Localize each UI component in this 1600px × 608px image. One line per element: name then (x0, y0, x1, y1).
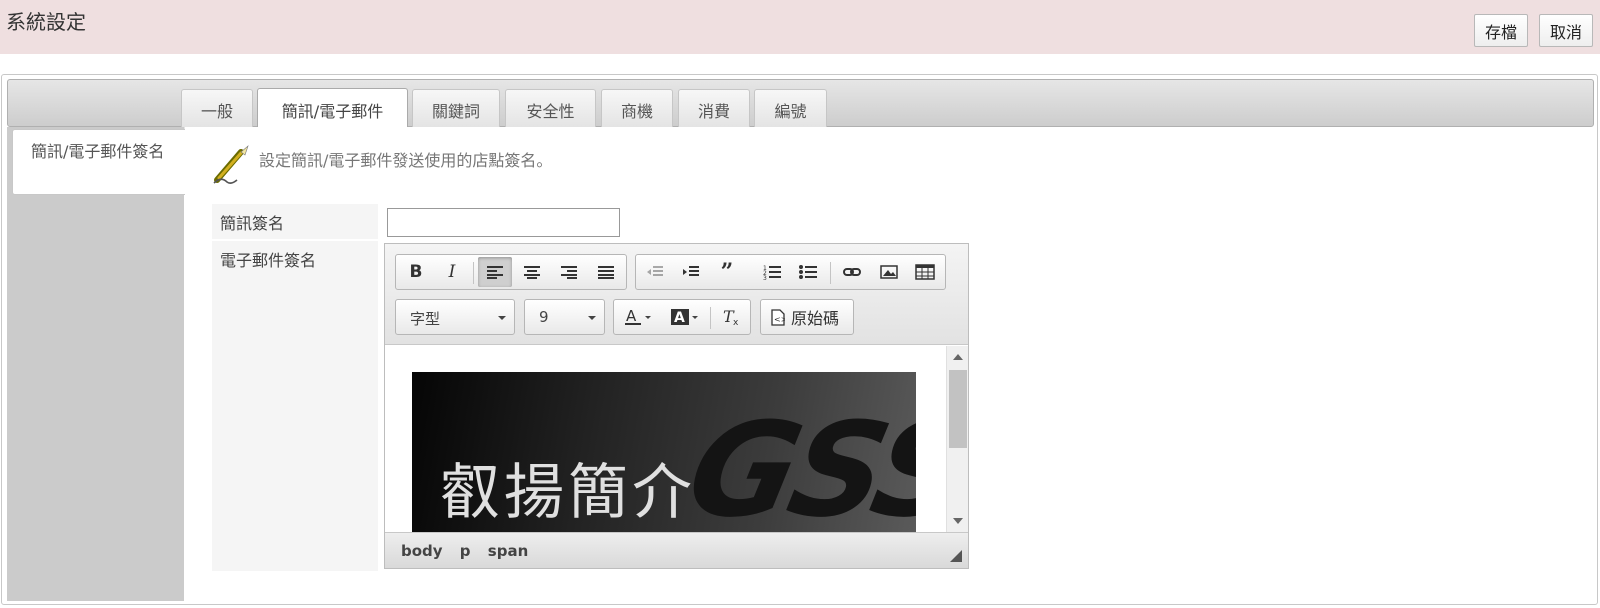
left-sidebar: 簡訊/電子郵件簽名 (7, 127, 185, 601)
path-item[interactable]: body (401, 542, 443, 560)
email-signature-editor: B I ” 1 2 3 字型 9 A A T x <> 原始碼 GSS 叡揚簡介… (384, 243, 969, 569)
signature-banner-image: GSS 叡揚簡介 (412, 372, 916, 532)
sms-signature-label: 簡訊簽名 (212, 204, 378, 239)
outdent-icon[interactable] (638, 257, 672, 287)
save-button[interactable]: 存檔 (1474, 14, 1528, 47)
svg-text:A: A (626, 308, 637, 325)
insert-group: ” 123 (635, 254, 946, 290)
font-family-select[interactable]: 字型 (395, 299, 515, 335)
scroll-up-icon[interactable] (953, 354, 963, 360)
sms-signature-input[interactable] (387, 208, 620, 237)
bulleted-list-icon[interactable] (791, 257, 825, 287)
svg-text:<>: <> (774, 315, 785, 324)
italic-icon[interactable]: I (435, 257, 469, 287)
link-icon[interactable] (835, 257, 869, 287)
image-icon[interactable] (872, 257, 906, 287)
path-item[interactable]: p (460, 542, 471, 560)
chevron-down-icon (588, 316, 596, 320)
indent-icon[interactable] (674, 257, 708, 287)
sidebar-item-signature[interactable]: 簡訊/電子郵件簽名 (12, 129, 185, 195)
tab-general[interactable]: 一般 (181, 89, 253, 129)
header-bar: 系統設定 存檔 取消 (0, 0, 1600, 54)
remove-format-icon[interactable]: Tx (714, 302, 748, 332)
align-justify-icon[interactable] (589, 257, 623, 287)
blockquote-icon[interactable]: ” (710, 257, 744, 287)
align-left-icon[interactable] (478, 257, 512, 287)
editor-toolbar: B I ” 1 2 3 字型 9 A A T x <> 原始碼 (385, 244, 968, 345)
tab-security[interactable]: 安全性 (505, 89, 596, 129)
resize-handle-icon[interactable] (950, 550, 962, 562)
tab-numbering[interactable]: 編號 (754, 89, 827, 129)
text-color-icon[interactable]: A (618, 302, 660, 332)
align-center-icon[interactable] (515, 257, 549, 287)
font-size-value: 9 (539, 308, 549, 326)
bold-icon[interactable]: B (399, 257, 433, 287)
tab-sms-email[interactable]: 簡訊/電子郵件 (257, 88, 408, 130)
editor-scrollbar[interactable] (946, 346, 968, 532)
scroll-thumb[interactable] (949, 370, 967, 448)
settings-panel: 一般 簡訊/電子郵件 關鍵詞 安全性 商機 消費 編號 簡訊/電子郵件簽名 設定… (1, 74, 1598, 605)
email-signature-label: 電子郵件簽名 (212, 241, 378, 571)
color-group: A A Tx (613, 299, 751, 335)
source-button-label: 原始碼 (791, 309, 840, 328)
font-family-value: 字型 (410, 310, 441, 328)
content-area: 設定簡訊/電子郵件發送使用的店點簽名。 簡訊簽名 電子郵件簽名 B I ” 1 … (185, 127, 1594, 601)
source-button[interactable]: <> 原始碼 (760, 299, 854, 335)
font-size-select[interactable]: 9 (524, 299, 605, 335)
tab-consumption[interactable]: 消費 (678, 89, 750, 129)
path-item[interactable]: span (488, 542, 528, 560)
background-color-icon[interactable]: A (664, 302, 706, 332)
page-title: 系統設定 (6, 10, 86, 34)
page-description: 設定簡訊/電子郵件發送使用的店點簽名。 (259, 151, 553, 170)
svg-text:3: 3 (763, 275, 767, 280)
chevron-down-icon (498, 316, 506, 320)
tab-opportunity[interactable]: 商機 (601, 89, 673, 129)
format-group: B I (395, 254, 627, 290)
svg-text:x: x (733, 318, 739, 326)
source-icon: <> (771, 308, 785, 326)
pen-icon (213, 145, 249, 184)
table-icon[interactable] (908, 257, 942, 287)
tab-keywords[interactable]: 關鍵詞 (412, 89, 500, 129)
align-right-icon[interactable] (552, 257, 586, 287)
numbered-list-icon[interactable]: 123 (755, 257, 789, 287)
editor-content-area[interactable]: GSS 叡揚簡介 (385, 346, 968, 532)
tab-bar: 一般 簡訊/電子郵件 關鍵詞 安全性 商機 消費 編號 (7, 79, 1594, 130)
banner-title: 叡揚簡介 (440, 458, 696, 528)
cancel-button[interactable]: 取消 (1539, 14, 1593, 47)
element-path-bar: body p span (385, 532, 968, 568)
svg-text:A: A (674, 310, 685, 326)
scroll-down-icon[interactable] (953, 518, 963, 524)
banner-logo: GSS (675, 394, 916, 532)
